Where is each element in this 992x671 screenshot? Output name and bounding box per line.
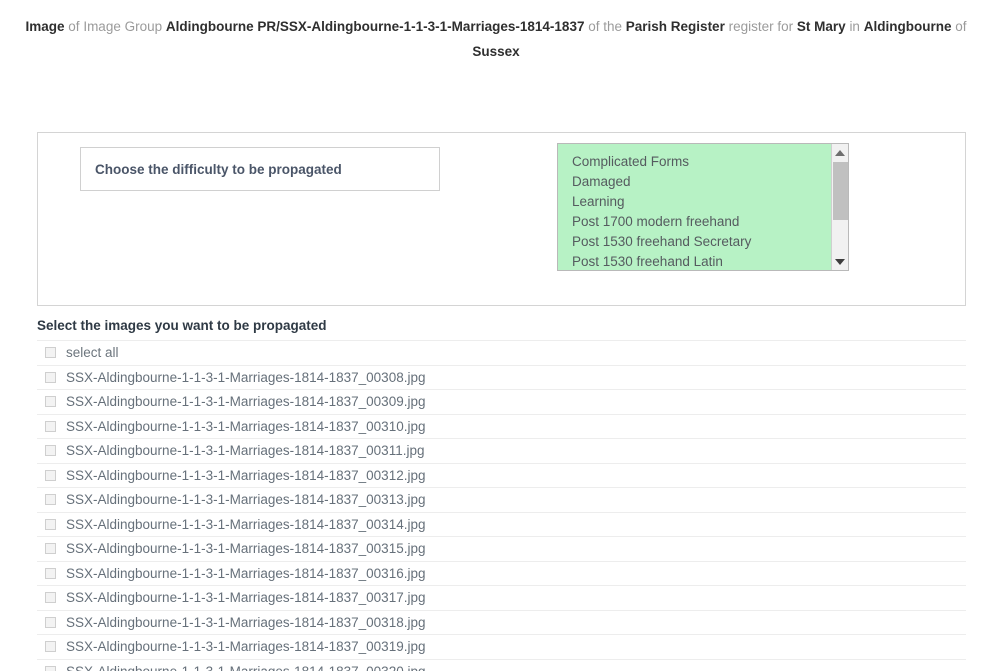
checkbox-icon[interactable] bbox=[45, 616, 56, 628]
breadcrumb-segment: Image Group bbox=[83, 19, 163, 34]
checkbox-icon[interactable] bbox=[45, 592, 56, 604]
image-filename-label: SSX-Aldingbourne-1-1-3-1-Marriages-1814-… bbox=[66, 614, 426, 630]
image-list-row[interactable]: SSX-Aldingbourne-1-1-3-1-Marriages-1814-… bbox=[37, 537, 966, 562]
image-filename-label: SSX-Aldingbourne-1-1-3-1-Marriages-1814-… bbox=[66, 418, 426, 434]
triangle-up-icon[interactable] bbox=[832, 145, 848, 160]
difficulty-option[interactable]: Post 1700 modern freehand bbox=[572, 212, 831, 232]
image-list-row[interactable]: SSX-Aldingbourne-1-1-3-1-Marriages-1814-… bbox=[37, 561, 966, 586]
checkbox-icon[interactable] bbox=[45, 347, 56, 359]
breadcrumb-segment: of the bbox=[588, 19, 623, 34]
difficulty-options-container[interactable]: Complicated Forms Damaged Learning Post 170… bbox=[558, 144, 831, 270]
checkbox-icon[interactable] bbox=[45, 445, 56, 457]
image-filename-label: SSX-Aldingbourne-1-1-3-1-Marriages-1814-… bbox=[66, 590, 426, 606]
breadcrumb-segment: Parish Register bbox=[625, 19, 725, 34]
image-filename-label: SSX-Aldingbourne-1-1-3-1-Marriages-1814-… bbox=[66, 664, 425, 671]
image-filename-label: SSX-Aldingbourne-1-1-3-1-Marriages-1814-… bbox=[66, 369, 426, 385]
select-all-row[interactable]: select all bbox=[37, 341, 966, 366]
image-list-row[interactable]: SSX-Aldingbourne-1-1-3-1-Marriages-1814-… bbox=[37, 463, 966, 488]
image-filename-label: SSX-Aldingbourne-1-1-3-1-Marriages-1814-… bbox=[66, 639, 426, 655]
difficulty-select-listbox[interactable]: Complicated Forms Damaged Learning Post 170… bbox=[557, 143, 849, 271]
scrollbar-thumb[interactable] bbox=[833, 162, 848, 220]
breadcrumb-segment: Image bbox=[25, 19, 65, 34]
breadcrumb: Image of Image Group Aldingbourne PR/SSX… bbox=[0, 0, 992, 64]
breadcrumb-segment: of bbox=[68, 19, 80, 34]
image-list-row[interactable]: SSX-Aldingbourne-1-1-3-1-Marriages-1814-… bbox=[37, 635, 966, 660]
checkbox-icon[interactable] bbox=[45, 665, 56, 671]
triangle-down-icon[interactable] bbox=[832, 254, 848, 269]
checkbox-icon[interactable] bbox=[45, 494, 56, 506]
image-list-row[interactable]: SSX-Aldingbourne-1-1-3-1-Marriages-1814-… bbox=[37, 512, 966, 537]
checkbox-icon[interactable] bbox=[45, 567, 56, 579]
breadcrumb-segment: register for bbox=[728, 19, 794, 34]
checkbox-icon[interactable] bbox=[45, 469, 56, 481]
image-list-title: Select the images you want to be propaga… bbox=[37, 318, 327, 333]
difficulty-option[interactable]: Complicated Forms bbox=[572, 152, 831, 172]
page-root: Image of Image Group Aldingbourne PR/SSX… bbox=[0, 0, 992, 671]
difficulty-option[interactable]: Post 1530 freehand Latin bbox=[572, 252, 831, 270]
image-list-row[interactable]: SSX-Aldingbourne-1-1-3-1-Marriages-1814-… bbox=[37, 439, 966, 464]
checkbox-icon[interactable] bbox=[45, 543, 56, 555]
image-list-row[interactable]: SSX-Aldingbourne-1-1-3-1-Marriages-1814-… bbox=[37, 488, 966, 513]
breadcrumb-segment: Sussex bbox=[472, 44, 520, 59]
difficulty-option[interactable]: Post 1530 freehand Secretary bbox=[572, 232, 831, 252]
image-filename-label: select all bbox=[66, 345, 119, 361]
image-list-row[interactable]: SSX-Aldingbourne-1-1-3-1-Marriages-1814-… bbox=[37, 586, 966, 611]
difficulty-option[interactable]: Damaged bbox=[572, 172, 831, 192]
difficulty-panel: Choose the difficulty to be propagated C… bbox=[37, 132, 966, 306]
image-list-row[interactable]: SSX-Aldingbourne-1-1-3-1-Marriages-1814-… bbox=[37, 390, 966, 415]
image-filename-label: SSX-Aldingbourne-1-1-3-1-Marriages-1814-… bbox=[66, 565, 426, 581]
image-filename-label: SSX-Aldingbourne-1-1-3-1-Marriages-1814-… bbox=[66, 467, 426, 483]
breadcrumb-segment: Aldingbourne PR/SSX-Aldingbourne-1-1-3-1… bbox=[165, 19, 585, 34]
breadcrumb-segment: of bbox=[955, 19, 967, 34]
image-filename-label: SSX-Aldingbourne-1-1-3-1-Marriages-1814-… bbox=[66, 492, 426, 508]
image-list-row[interactable]: SSX-Aldingbourne-1-1-3-1-Marriages-1814-… bbox=[37, 414, 966, 439]
checkbox-icon[interactable] bbox=[45, 518, 56, 530]
checkbox-icon[interactable] bbox=[45, 371, 56, 383]
difficulty-label: Choose the difficulty to be propagated bbox=[95, 161, 342, 177]
image-list-row[interactable]: SSX-Aldingbourne-1-1-3-1-Marriages-1814-… bbox=[37, 365, 966, 390]
checkbox-icon[interactable] bbox=[45, 396, 56, 408]
breadcrumb-segment: Aldingbourne bbox=[863, 19, 952, 34]
image-list-row[interactable]: SSX-Aldingbourne-1-1-3-1-Marriages-1814-… bbox=[37, 610, 966, 635]
difficulty-option[interactable]: Learning bbox=[572, 192, 831, 212]
image-filename-label: SSX-Aldingbourne-1-1-3-1-Marriages-1814-… bbox=[66, 394, 426, 410]
checkbox-icon[interactable] bbox=[45, 641, 56, 653]
image-filename-label: SSX-Aldingbourne-1-1-3-1-Marriages-1814-… bbox=[66, 541, 426, 557]
image-filename-label: SSX-Aldingbourne-1-1-3-1-Marriages-1814-… bbox=[66, 443, 425, 459]
listbox-scrollbar[interactable] bbox=[831, 144, 848, 270]
image-filename-label: SSX-Aldingbourne-1-1-3-1-Marriages-1814-… bbox=[66, 516, 426, 532]
breadcrumb-segment: St Mary bbox=[796, 19, 846, 34]
difficulty-label-box: Choose the difficulty to be propagated bbox=[80, 147, 440, 191]
checkbox-icon[interactable] bbox=[45, 420, 56, 432]
breadcrumb-segment: in bbox=[849, 19, 860, 34]
image-list-row[interactable]: SSX-Aldingbourne-1-1-3-1-Marriages-1814-… bbox=[37, 659, 966, 671]
image-list: select all SSX-Aldingbourne-1-1-3-1-Marri… bbox=[37, 340, 966, 671]
